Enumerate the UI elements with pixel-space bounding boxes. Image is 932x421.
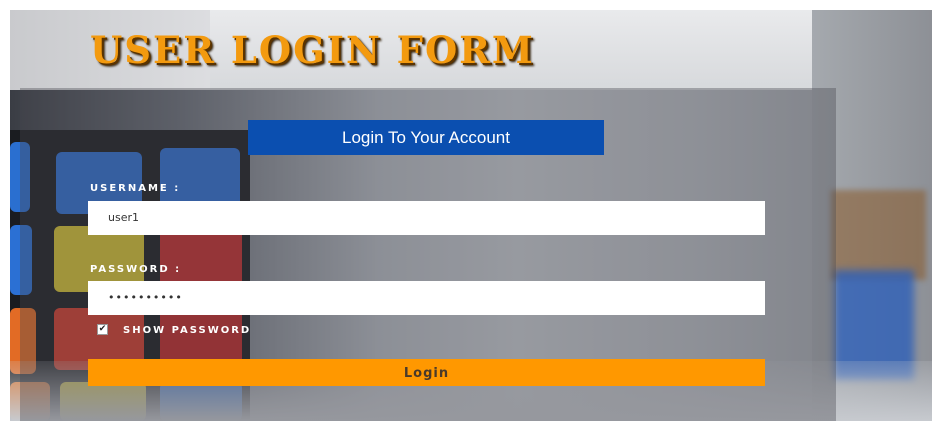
login-page: USER LOGIN FORM Login To Your Account US… (10, 10, 932, 421)
form-heading: Login To Your Account (248, 120, 604, 155)
show-password-label[interactable]: SHOW PASSWORD (123, 325, 251, 336)
login-button[interactable]: Login (88, 359, 765, 386)
show-password-checkbox[interactable]: ✔ (97, 324, 108, 335)
page-title: USER LOGIN FORM (90, 28, 535, 72)
password-label: PASSWORD : (90, 264, 182, 275)
background-orange-blur (831, 190, 926, 280)
checkmark-icon: ✔ (98, 324, 107, 334)
username-label: USERNAME : (90, 183, 181, 194)
username-input[interactable]: user1 (88, 201, 765, 235)
password-input[interactable]: •••••••••• (88, 281, 765, 315)
